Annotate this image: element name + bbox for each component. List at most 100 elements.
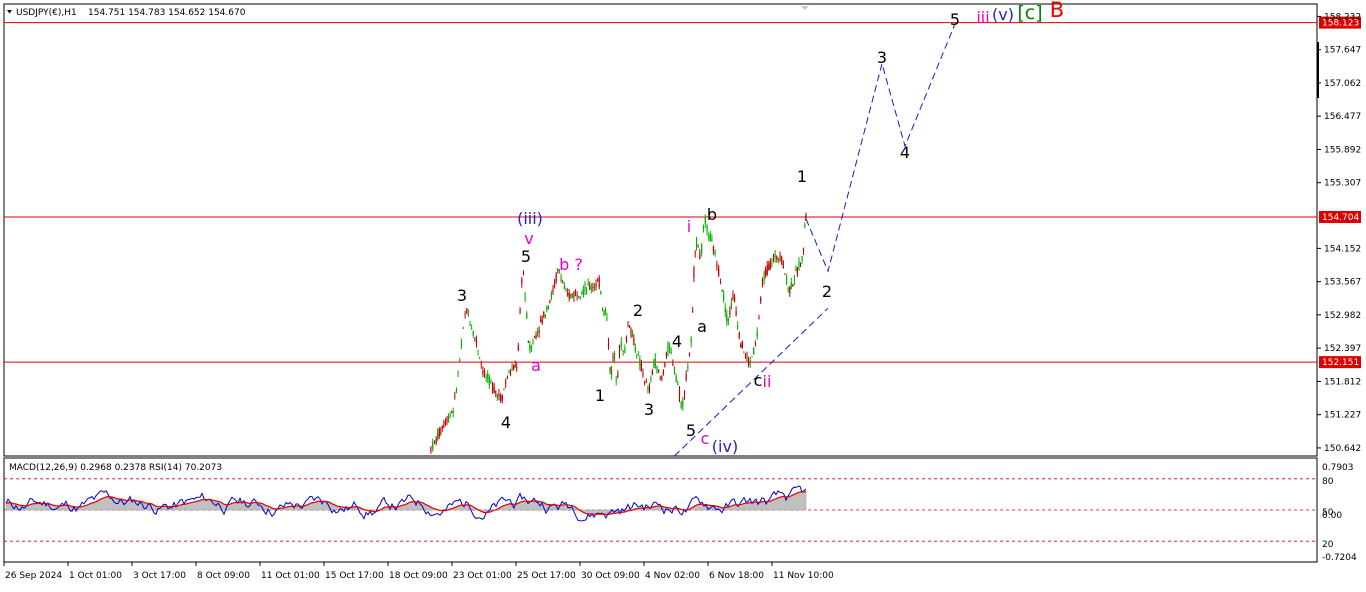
candle-body [785,276,788,284]
wave-label: 4 [900,143,910,162]
candle-body [804,223,806,227]
candle-body [724,307,726,313]
wave-label: 5 [521,247,531,266]
candle-body [716,263,718,267]
candle-body [730,301,733,309]
candle-body [656,365,658,372]
candle-body [449,414,451,416]
candle-body [665,352,668,357]
candle-body [610,369,613,376]
candle-body [634,346,636,352]
candle-body [549,301,551,303]
candle-body [538,330,540,333]
candle-body [532,341,534,344]
indicator-tick-label: 0.00 [1322,511,1342,521]
candle-body [721,290,723,292]
candle-body [521,279,523,284]
candle-body [637,354,639,356]
candle-body [576,295,578,296]
candle-body [536,330,539,332]
candle-body [685,374,687,380]
candle-body [464,314,466,315]
candle-body [455,389,458,393]
candle-body [615,379,617,381]
candle-body [573,292,575,297]
candle-body [508,370,510,372]
candle-body [789,287,791,294]
candle-body [589,285,591,289]
candle-body [627,325,629,326]
candle-body [446,416,448,423]
candle-body [680,401,682,408]
candle-body [535,334,537,339]
candle-body [441,426,443,428]
candle-body [597,280,599,282]
candle-body [430,447,432,452]
candle-body [802,248,805,251]
candle-body [474,337,476,339]
candle-body [466,308,468,314]
time-tick-label: 8 Oct 09:00 [197,571,250,581]
candle-body [563,286,565,290]
candle-body [779,255,781,261]
candle-body [761,279,764,284]
candle-body [491,383,494,392]
candle-body [526,313,528,319]
candle-body [683,390,686,396]
candle-body [527,341,529,343]
candle-body [738,332,740,339]
time-tick-label: 4 Nov 02:00 [645,571,700,581]
wave-label: a [531,356,541,375]
time-tick-label: 26 Sep 2024 [5,571,62,581]
candle-body [578,296,580,298]
price-tick-label: 154.152 [1324,244,1361,254]
candle-body [590,288,592,289]
symbol-label: USDJPY(€),H1 [16,8,77,18]
candle-body [726,314,728,322]
wave-label: 4 [501,413,511,432]
candle-body [782,261,784,268]
candle-body [675,376,677,382]
candle-body [622,350,624,352]
wave-label: b ? [559,255,583,274]
candle-body [743,351,745,353]
candle-body [673,369,676,371]
candle-body [574,291,577,293]
time-tick-label: 30 Oct 09:00 [581,571,640,581]
candle-body [435,438,437,443]
candle-body [695,237,698,247]
candle-body [451,411,453,413]
candle-body [709,234,711,241]
wave-label: [c] [1017,2,1042,24]
candle-body [607,342,610,348]
candle-body [776,255,778,259]
chart-window: 158.123 154.704 152.151 158.232 157.647 157.… [0,0,1366,588]
candle-body [754,342,757,344]
candle-body [723,294,725,300]
candle-body [661,376,663,379]
candle-body [768,264,770,271]
candle-body [625,337,628,342]
candle-body [604,308,607,313]
candle-body [501,395,503,401]
candle-body [732,294,734,300]
candle-body [624,347,626,354]
candle-body [749,359,751,365]
candle-body [600,291,602,294]
candle-body [769,261,771,270]
candle-body [658,369,660,372]
wave-label: c [754,371,763,390]
candle-body [746,355,748,357]
candle-body [667,343,669,352]
time-tick-label: 3 Oct 17:00 [133,571,186,581]
wave-label: c [701,429,710,448]
candle-body [687,366,689,369]
candle-body [562,282,564,284]
candle-body [751,356,753,358]
candle-body [640,363,642,372]
candle-body [433,440,436,442]
candle-body [452,411,454,413]
candle-body [747,361,750,366]
scroll-marker[interactable] [1317,42,1319,98]
candle-body [644,382,646,383]
